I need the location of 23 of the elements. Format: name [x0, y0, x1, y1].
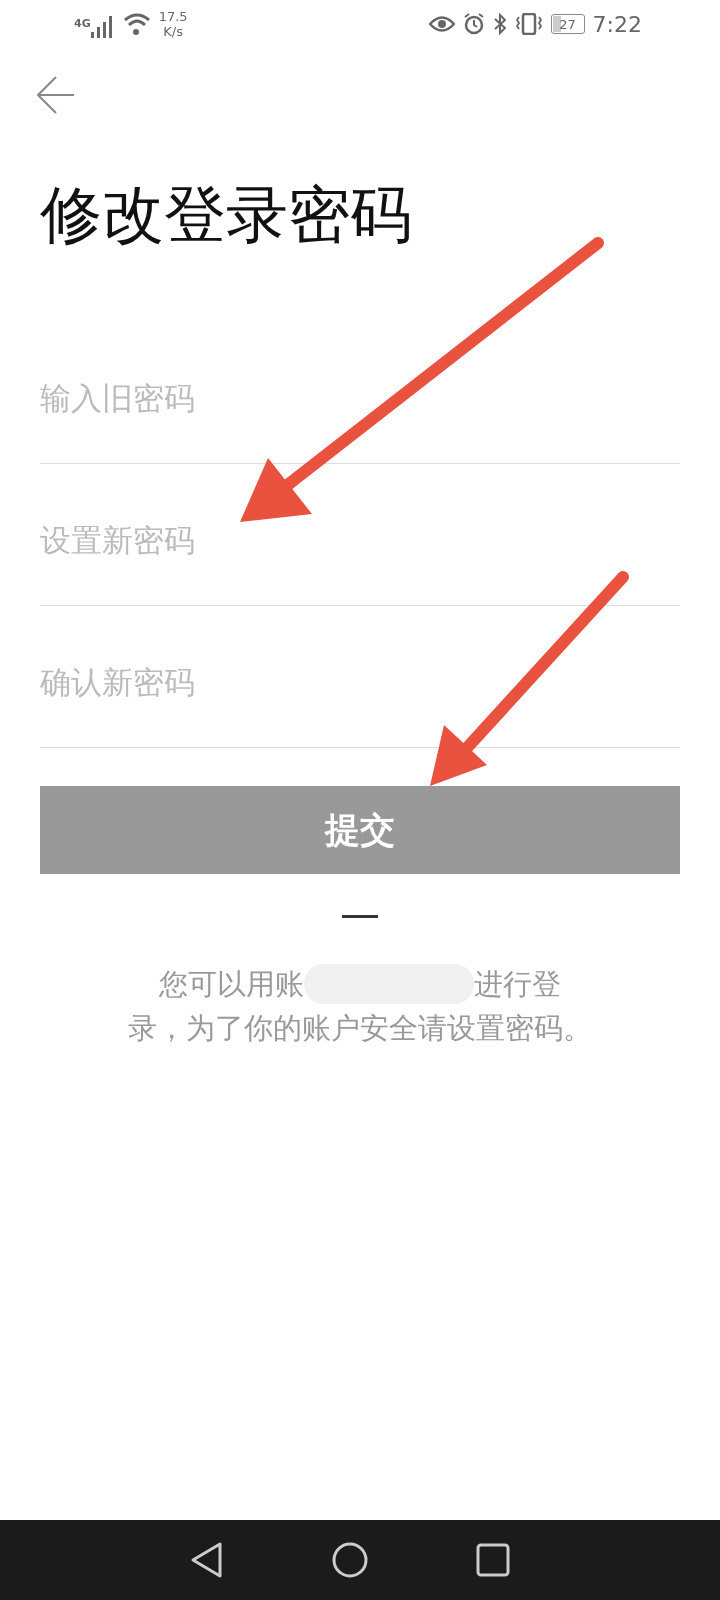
alarm-icon [462, 13, 485, 35]
info-text: 录，为了你的账户安全请设置密码。 [128, 1010, 592, 1048]
eye-icon [428, 15, 455, 33]
info-text: 您可以用账 [159, 966, 304, 1004]
password-field[interactable]: 确认新密码 [40, 606, 680, 749]
wifi-icon [122, 12, 151, 36]
info-text: 进行登 [474, 966, 561, 1004]
network-type: 4G [74, 17, 91, 30]
battery-indicator: 27 [550, 14, 585, 34]
speed-value: 17.5 [158, 9, 188, 24]
bluetooth-icon [492, 13, 507, 35]
signal-icon [90, 16, 115, 38]
recents-icon[interactable] [476, 1543, 510, 1577]
back-icon[interactable] [190, 1541, 224, 1579]
submit-button[interactable]: 提交 [40, 786, 680, 875]
vibrate-icon [514, 13, 543, 35]
password-field[interactable]: 设置新密码 [40, 464, 680, 607]
page-title: 修改登录密码 [40, 178, 413, 253]
back-arrow-icon[interactable] [37, 76, 75, 114]
speed-unit: K/s [163, 24, 183, 39]
home-icon[interactable] [332, 1542, 368, 1578]
password-field[interactable]: 输入旧密码 [40, 322, 680, 465]
clock-time: 7:22 [592, 11, 642, 37]
